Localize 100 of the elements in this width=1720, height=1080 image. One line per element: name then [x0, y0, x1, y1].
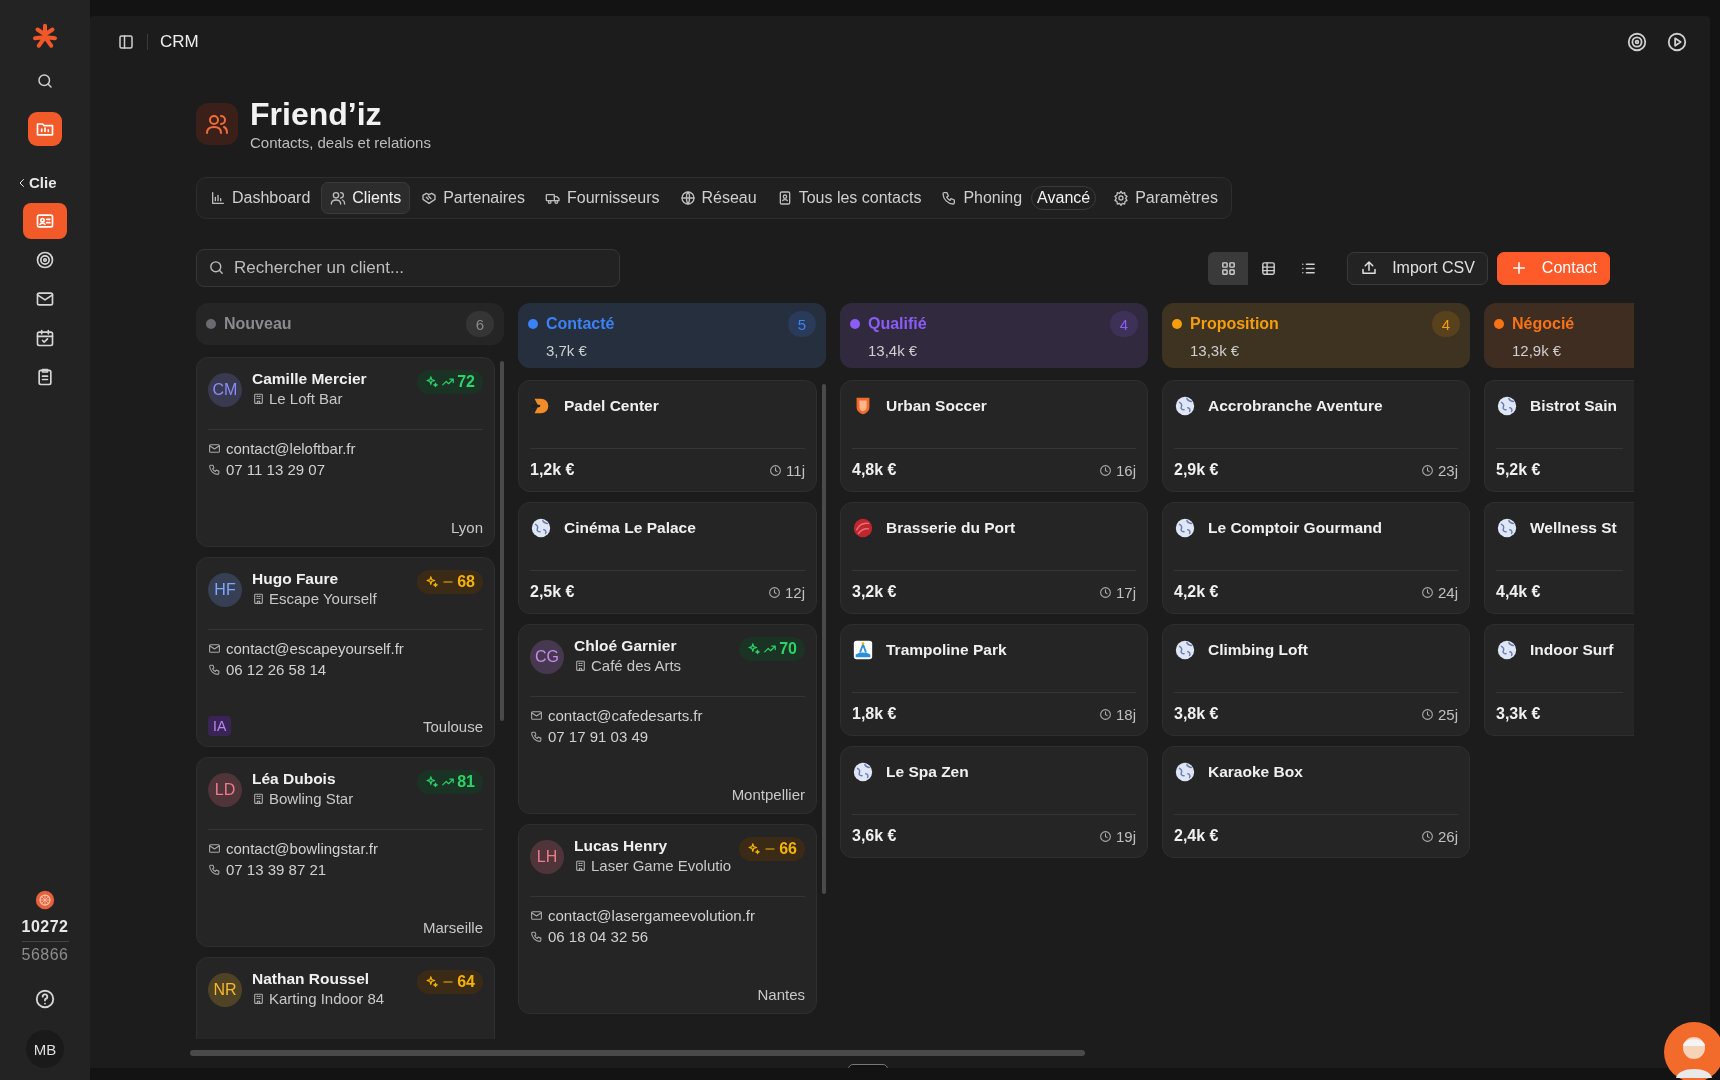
avatar-initials: LH [536, 848, 558, 866]
column-total: 3,7k € [545, 342, 588, 359]
globe-icon [852, 761, 874, 783]
deal-card[interactable]: Le Spa Zen 3,6k € 19j [840, 746, 1148, 858]
sparkle-icon [747, 842, 762, 856]
count-badge: 4 [1432, 311, 1460, 337]
deal-age: 23j [1420, 461, 1458, 479]
globe-icon [1174, 517, 1196, 539]
user-avatar[interactable]: MB [26, 1030, 64, 1068]
credits-count: 10272 [21, 918, 69, 942]
back-link[interactable]: Clie [16, 174, 57, 191]
deal-card[interactable]: Bistrot Sain 5,2k € [1484, 380, 1634, 492]
settings-icon [1113, 190, 1130, 206]
tab[interactable]: Réseau [670, 182, 766, 214]
company-name: Indoor Surf [1530, 641, 1614, 659]
contact-card[interactable]: LD Léa Dubois Bowling Star 81 contact@bowlingstar.fr 07 13 39 87 21 Marseille [196, 757, 495, 947]
deal-card[interactable]: Padel Center 1,2k € 11j [518, 380, 817, 492]
coin-icon [35, 890, 55, 910]
phone-text: 06 18 04 32 56 [530, 926, 805, 947]
deal-card[interactable]: Accrobranche Aventure 2,9k € 23j [1162, 380, 1470, 492]
tab[interactable]: Dashboard [201, 182, 320, 214]
clock-icon [1420, 585, 1434, 599]
score-badge: 68 [417, 570, 483, 594]
score-badge: 70 [739, 637, 805, 661]
ball-logo-icon [852, 517, 874, 539]
deal-card[interactable]: Brasserie du Port 3,2k € 17j [840, 502, 1148, 614]
contact-name: Chloé Garnier [574, 637, 678, 655]
assistant-avatar[interactable] [1664, 1022, 1720, 1080]
mail-icon [530, 909, 543, 922]
tab[interactable]: Tous les contacts [767, 182, 931, 214]
globe-icon [1496, 517, 1518, 539]
clock-icon [1098, 585, 1112, 599]
deal-card[interactable]: Indoor Surf 3,3k € [1484, 624, 1634, 736]
folder-chart-button[interactable] [28, 112, 62, 146]
contact-card[interactable]: LH Lucas Henry Laser Game Evolutio 66 contact@lasergameevolution.fr 06 18 04 32 56 Nantes [518, 824, 817, 1014]
deal-card[interactable]: Trampoline Park 1,8k € 18j [840, 624, 1148, 736]
column-title: Nouveau [224, 315, 292, 333]
deal-card[interactable]: Cinéma Le Palace 2,5k € 12j [518, 502, 817, 614]
deal-age: 26j [1420, 827, 1458, 845]
breadcrumb-title: CRM [160, 32, 199, 52]
avatar-initials: NR [213, 981, 237, 999]
sidebar-toggle-icon[interactable] [117, 33, 135, 51]
deal-amount: 2,4k € [1174, 827, 1219, 845]
calendar-icon [35, 328, 55, 348]
play-icon[interactable] [1666, 31, 1688, 53]
handshake-icon [421, 190, 438, 206]
tab[interactable]: Phoning [932, 182, 1032, 214]
email-text: contact@escapeyourself.fr [208, 638, 483, 659]
tab[interactable]: Clients [321, 182, 411, 214]
phone-icon [208, 463, 221, 476]
tab[interactable]: Fournisseurs [536, 182, 669, 214]
deal-amount: 4,4k € [1496, 583, 1541, 601]
trend-up-icon [441, 375, 456, 389]
company-name: Brasserie du Port [886, 519, 1016, 537]
clock-icon [767, 585, 781, 599]
deal-card[interactable]: Karaoke Box 2,4k € 26j [1162, 746, 1470, 858]
city-text: Nantes [757, 986, 805, 1003]
scrollbar[interactable] [822, 384, 826, 894]
search-icon[interactable] [36, 72, 54, 90]
contact-card-button[interactable] [23, 203, 67, 239]
target-icon[interactable] [1626, 31, 1648, 53]
scrollbar[interactable] [500, 361, 504, 721]
contact-name: Lucas Henry [574, 837, 669, 855]
contact-card[interactable]: HF Hugo Faure Escape Yourself 68 contact@escapeyourself.fr 06 12 26 58 14 IA Toulouse [196, 557, 495, 747]
scrollbar[interactable] [190, 1050, 1085, 1056]
count-badge: 4 [1110, 311, 1138, 337]
deal-card[interactable]: Urban Soccer 4,8k € 16j [840, 380, 1148, 492]
clipboard-icon [35, 367, 55, 387]
building-icon [574, 659, 587, 672]
company-name: Karting Indoor 84 [252, 990, 408, 1007]
mail-icon [35, 289, 55, 309]
phone-icon [530, 930, 543, 943]
clock-icon [1420, 707, 1434, 721]
tab[interactable]: Paramètres [1104, 182, 1227, 214]
search-icon [208, 259, 225, 276]
score-badge: 64 [417, 970, 483, 994]
import-csv-button[interactable]: Import CSV [1347, 251, 1488, 285]
email-text: contact@cafedesarts.fr [530, 705, 805, 726]
trend-up-icon [441, 775, 456, 789]
help-icon[interactable] [34, 988, 56, 1010]
tab[interactable]: Partenaires [412, 182, 534, 214]
city-text: Toulouse [422, 717, 483, 735]
company-name: Le Spa Zen [886, 763, 969, 781]
mail-icon [530, 709, 543, 722]
table-icon [1259, 259, 1277, 277]
phone-text: 07 17 91 03 49 [530, 726, 805, 747]
trampoline-logo-icon [852, 639, 874, 661]
column-title: Proposition [1190, 315, 1279, 333]
deal-amount: 3,2k € [852, 583, 897, 601]
company-name: Padel Center [564, 397, 659, 415]
contact-name: Nathan Roussel [252, 970, 371, 988]
clock-icon [769, 463, 783, 477]
contact-card-icon [35, 211, 55, 231]
grid-view-button[interactable] [1208, 251, 1249, 285]
deal-card[interactable]: Wellness St 4,4k € [1484, 502, 1634, 614]
sparkle-icon [425, 575, 440, 589]
deal-card[interactable]: Le Comptoir Gourmand 4,2k € 24j [1162, 502, 1470, 614]
search-field[interactable]: Rechercher un client... [196, 249, 620, 287]
deal-card[interactable]: Climbing Loft 3,8k € 25j [1162, 624, 1470, 736]
phone-icon [208, 663, 221, 676]
